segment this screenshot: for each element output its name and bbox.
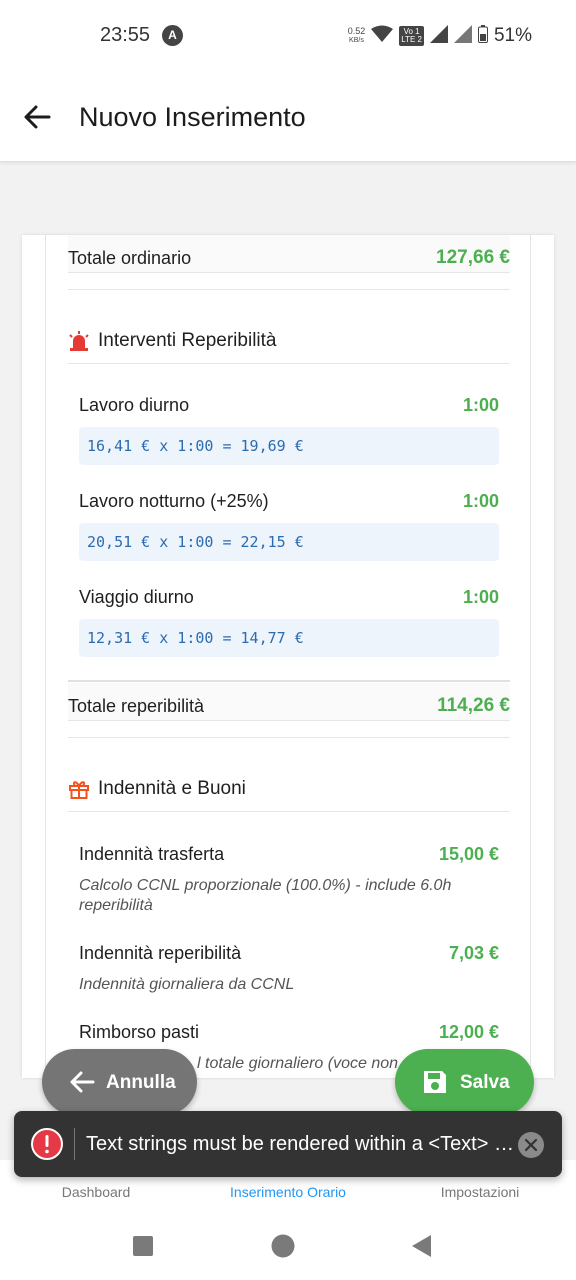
recents-icon[interactable]	[132, 1235, 154, 1257]
total-ordinary-row: Totale ordinario 127,66 €	[68, 235, 510, 273]
calculation-box: 12,31 € x 1:00 = 14,77 €	[79, 619, 499, 657]
net-speed-value: 0.52	[347, 26, 366, 36]
save-button-label: Salva	[460, 1072, 510, 1093]
toast-message: Text strings must be rendered within a <…	[86, 1133, 516, 1155]
volte-icon: Vo 1 LTE 2	[399, 26, 424, 46]
calculation-box: 20,51 € x 1:00 = 22,15 €	[79, 523, 499, 561]
item-note: Indennità giornaliera da CCNL	[79, 976, 295, 993]
divider	[68, 289, 510, 290]
back-triangle-icon[interactable]	[410, 1234, 432, 1258]
page-title: Nuovo Inserimento	[79, 102, 306, 132]
nav-impostazioni-label: Impostazioni	[440, 1184, 520, 1200]
signal-icon-2	[453, 24, 472, 48]
calculation-text: 16,41 € x 1:00 = 19,69 €	[87, 437, 304, 455]
total-reperibilita-label: Totale reperibilità	[68, 696, 205, 716]
expo-app-icon: A	[162, 25, 183, 46]
cancel-button-label: Annulla	[106, 1072, 176, 1093]
close-icon[interactable]	[517, 1131, 545, 1159]
section-indennita-header: Indennità e Buoni	[68, 772, 510, 812]
floppy-disk-icon	[424, 1071, 446, 1093]
net-speed-unit: KB/s	[349, 37, 364, 44]
home-icon[interactable]	[271, 1234, 295, 1258]
signal-icon-1	[429, 24, 448, 48]
nav-impostazioni[interactable]: Impostazioni	[400, 1184, 560, 1200]
wifi-icon	[371, 25, 394, 48]
item-name: Indennità trasferta	[79, 844, 225, 864]
battery-percent: 51%	[493, 25, 532, 46]
item-hours: 1:00	[462, 395, 499, 415]
total-reperibilita-value: 114,26 €	[437, 695, 510, 716]
nav-dashboard-label: Dashboard	[61, 1184, 131, 1200]
section-indennita-title: Indennità e Buoni	[98, 778, 246, 799]
total-ordinary-label: Totale ordinario	[68, 248, 192, 268]
system-navigation-bar	[0, 1218, 576, 1280]
status-bar: 23:55 A 0.52 KB/s Vo 1 LTE 2 51%	[0, 0, 576, 72]
error-icon	[31, 1128, 63, 1160]
total-reperibilita-row: Totale reperibilità 114,26 €	[68, 683, 510, 721]
volte-bottom: LTE 2	[401, 35, 422, 44]
section-reperibilita-title: Interventi Reperibilità	[98, 330, 277, 351]
item-hours: 1:00	[462, 491, 499, 511]
calculation-text: 20,51 € x 1:00 = 22,15 €	[87, 533, 304, 551]
item-note: Calcolo CCNL proporzionale (100.0%) - in…	[79, 877, 452, 914]
save-button[interactable]: Salva	[395, 1049, 534, 1115]
divider	[68, 680, 510, 682]
cancel-button[interactable]: Annulla	[42, 1049, 197, 1115]
nav-inserimento-label: Inserimento Orario	[230, 1184, 346, 1200]
error-toast[interactable]: Text strings must be rendered within a <…	[14, 1111, 562, 1177]
item-hours: 1:00	[462, 587, 499, 607]
item-name: Lavoro diurno	[79, 395, 190, 415]
calculation-text: 12,31 € x 1:00 = 14,77 €	[87, 629, 304, 647]
item-name: Viaggio diurno	[79, 587, 194, 607]
item-amount: 7,03 €	[448, 943, 499, 963]
content-card: Totale ordinario 127,66 € Interventi Rep…	[45, 235, 531, 1078]
net-speed: 0.52 KB/s	[348, 26, 366, 46]
item-name: Lavoro notturno (+25%)	[79, 491, 269, 511]
battery-icon	[477, 24, 488, 48]
nav-dashboard[interactable]: Dashboard	[16, 1184, 176, 1200]
status-time: 23:55	[100, 24, 151, 46]
item-amount: 15,00 €	[438, 844, 499, 864]
siren-icon	[69, 331, 89, 351]
divider	[68, 737, 510, 738]
item-amount: 12,00 €	[438, 1022, 499, 1042]
gift-icon	[69, 781, 89, 799]
back-arrow-icon[interactable]	[22, 102, 52, 132]
item-name: Rimborso pasti	[79, 1022, 200, 1042]
nav-inserimento-orario[interactable]: Inserimento Orario	[208, 1184, 368, 1200]
section-reperibilita-header: Interventi Reperibilità	[68, 324, 510, 364]
toast-divider	[74, 1128, 75, 1160]
calculation-box: 16,41 € x 1:00 = 19,69 €	[79, 427, 499, 465]
item-name: Indennità reperibilità	[79, 943, 242, 963]
arrow-left-icon	[70, 1071, 95, 1093]
app-bar: Nuovo Inserimento	[0, 72, 576, 162]
status-icons: 0.52 KB/s Vo 1 LTE 2 51%	[348, 22, 532, 50]
total-ordinary-value: 127,66 €	[436, 247, 510, 268]
